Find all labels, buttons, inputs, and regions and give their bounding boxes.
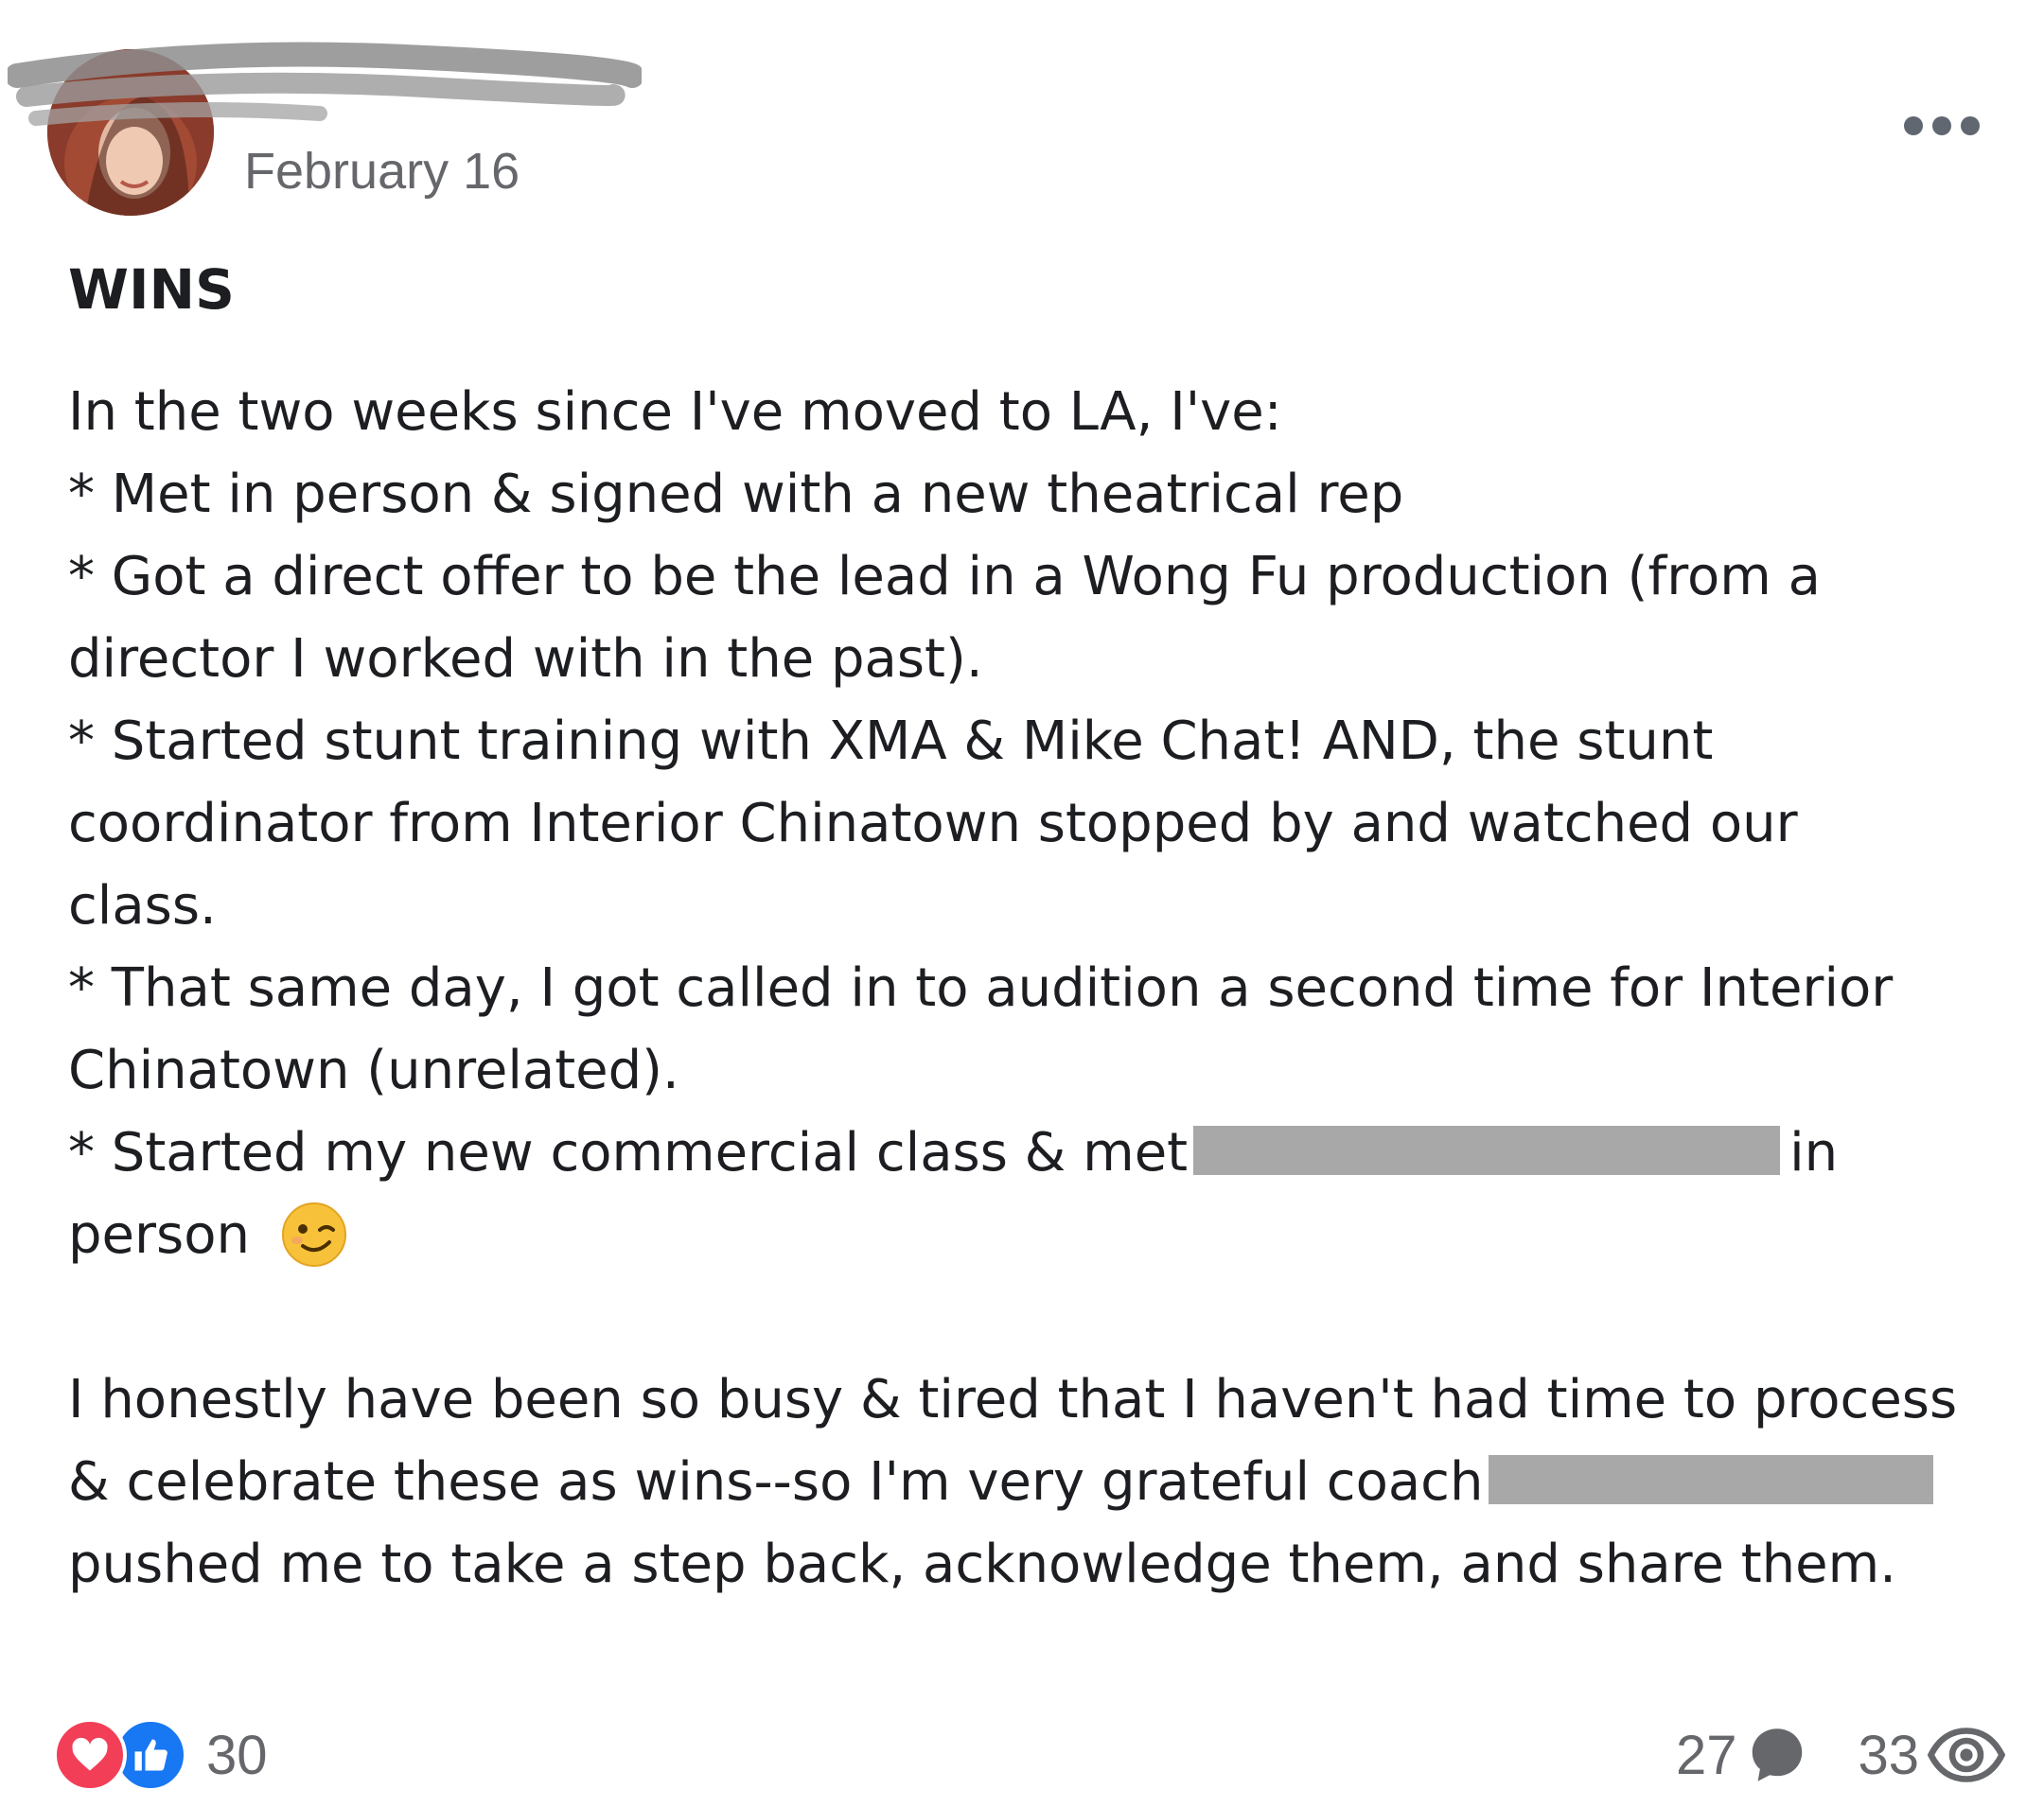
love-reaction-icon — [53, 1718, 127, 1792]
winking-face-emoji — [281, 1202, 346, 1267]
body-line: * Met in person & signed with a new thea… — [68, 464, 1404, 525]
post-card: February 16 WINS In the two weeks since … — [0, 0, 2044, 1807]
post-stats: 27 33 — [1676, 1717, 2006, 1793]
body-text: & celebrate these as wins--so I'm very g… — [68, 1451, 1484, 1513]
body-line: pushed me to take a step back, acknowled… — [68, 1534, 1896, 1595]
eye-icon — [1927, 1728, 2006, 1782]
more-options-icon[interactable] — [1904, 112, 1980, 140]
comment-count: 27 — [1675, 1724, 1737, 1786]
views-stat[interactable]: 33 — [1858, 1722, 2006, 1788]
body-line: coordinator from Interior Chinatown stop… — [68, 793, 1798, 854]
comment-icon — [1753, 1728, 1803, 1781]
post-title: WINS — [68, 257, 235, 322]
body-text: person — [68, 1204, 250, 1266]
body-line: director I worked with in the past). — [68, 628, 983, 690]
body-line: I honestly have been so busy & tired tha… — [68, 1369, 1958, 1430]
body-line: class. — [68, 875, 217, 937]
body-text: * Started my new commercial class & met — [68, 1122, 1189, 1184]
body-line: In the two weeks since I've moved to LA,… — [68, 381, 1282, 443]
body-line: * Started stunt training with XMA & Mike… — [68, 711, 1714, 772]
body-line: * Started my new commercial class & met i… — [68, 1112, 2018, 1194]
redacted-name-scribble — [8, 42, 642, 126]
post-date[interactable]: February 16 — [244, 142, 520, 201]
body-line: Chinatown (unrelated). — [68, 1040, 679, 1101]
body-line: * That same day, I got called in to audi… — [68, 957, 1894, 1019]
reaction-count: 30 — [206, 1724, 268, 1786]
redacted-mention[interactable] — [1489, 1454, 1934, 1504]
body-text: in — [1789, 1122, 1839, 1184]
post-body: In the two weeks since I've moved to LA,… — [68, 371, 2018, 1605]
redacted-mention[interactable] — [1193, 1125, 1781, 1175]
body-line: * Got a direct offer to be the lead in a… — [68, 546, 1821, 607]
reactions-summary[interactable]: 30 — [53, 1717, 268, 1793]
body-line: & celebrate these as wins--so I'm very g… — [68, 1441, 2018, 1523]
body-line: person — [68, 1194, 2018, 1276]
comments-stat[interactable]: 27 — [1676, 1722, 1811, 1788]
view-count: 33 — [1858, 1724, 1919, 1786]
